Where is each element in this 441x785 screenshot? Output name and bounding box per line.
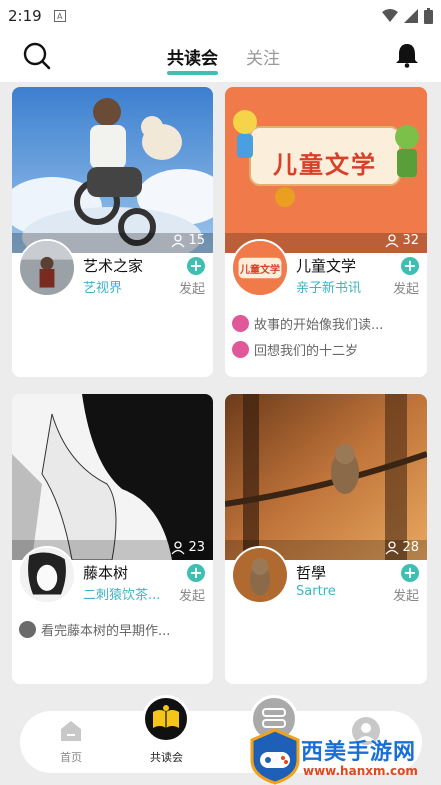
group-card[interactable]: 28 哲學 Sartre + 发起 [225,394,427,684]
group-subtitle[interactable]: 二刺猿饮茶... [83,584,169,603]
plus-icon[interactable]: + [187,564,205,582]
post-text: 回想我们的十二岁 [254,344,359,359]
group-name: 哲學 [296,564,327,582]
cover-image [225,394,427,560]
cover-title: 儿童文学 [273,151,377,179]
battery-icon [424,8,433,24]
post-item[interactable]: 回想我们的十二岁 [232,340,358,359]
group-subtitle[interactable]: 亲子新书讯 [296,277,382,296]
member-count: 32 [385,233,419,248]
wifi-icon [382,9,398,22]
person-icon [171,540,185,554]
plus-icon[interactable]: + [401,564,419,582]
person-icon [385,233,399,247]
cover-image [12,394,213,560]
start-button[interactable]: 发起 [393,585,419,604]
group-avatar [18,239,76,297]
user-avatar [232,315,249,332]
status-time: 2:19 [8,7,42,25]
gamepad-logo-icon [250,728,300,785]
start-button[interactable]: 发起 [179,278,205,297]
tab-following[interactable]: 关注 [246,44,280,69]
home-icon[interactable] [58,719,84,743]
group-name: 艺术之家 [83,257,144,275]
member-count: 15 [171,233,205,248]
plus-icon[interactable]: + [187,257,205,275]
post-text: 看完藤本树的早期作... [41,624,171,639]
post-item[interactable]: 看完藤本树的早期作... [19,620,170,639]
nav-reading-club-button[interactable] [142,695,190,743]
watermark-url: www.hanxm.com [303,764,418,778]
nav-reading-club-label[interactable]: 共读会 [150,749,183,765]
cover-image [12,87,213,253]
user-avatar [232,341,249,358]
tab-reading-club[interactable]: 共读会 [167,44,218,75]
group-card[interactable]: 15 艺术之家 艺视界 + 发起 [12,87,213,377]
watermark: 西美手游网 www.hanxm.com [246,728,441,785]
post-item[interactable]: 故事的开始像我们读... [232,314,383,333]
start-button[interactable]: 发起 [179,585,205,604]
post-text: 故事的开始像我们读... [254,318,384,333]
watermark-title: 西美手游网 [301,740,417,765]
user-avatar [19,621,36,638]
person-icon [385,540,399,554]
signal-icon [404,9,418,23]
status-bar: 2:19 A [0,0,441,32]
member-count-value: 28 [402,540,419,555]
group-subtitle[interactable]: 艺视界 [83,277,169,296]
start-button[interactable]: 发起 [393,278,419,297]
search-icon[interactable] [22,41,52,71]
nav-home-label[interactable]: 首页 [60,749,82,765]
group-name: 儿童文学 [296,257,357,275]
book-icon [153,705,179,728]
avatar-title: 儿童文学 [240,265,280,276]
plus-icon[interactable]: + [401,257,419,275]
member-count-value: 32 [402,233,419,248]
group-card[interactable]: 儿童文学 32 儿童文学 儿童文学 亲子新书讯 + 发起 故事的开始像我们读..… [225,87,427,377]
notification-icon: A [53,10,66,22]
top-bar: 共读会 关注 [0,32,441,82]
group-name: 藤本树 [83,564,129,582]
member-count: 28 [385,540,419,555]
status-indicators [382,8,433,24]
bell-icon[interactable] [395,42,419,68]
group-card[interactable]: 23 藤本树 二刺猿饮茶... + 发起 看完藤本树的早期作... [12,394,213,684]
member-count-value: 23 [188,540,205,555]
person-icon [171,233,185,247]
group-avatar [231,546,289,604]
member-count: 23 [171,540,205,555]
group-subtitle[interactable]: Sartre [296,584,382,599]
member-count-value: 15 [188,233,205,248]
group-avatar [18,546,76,604]
